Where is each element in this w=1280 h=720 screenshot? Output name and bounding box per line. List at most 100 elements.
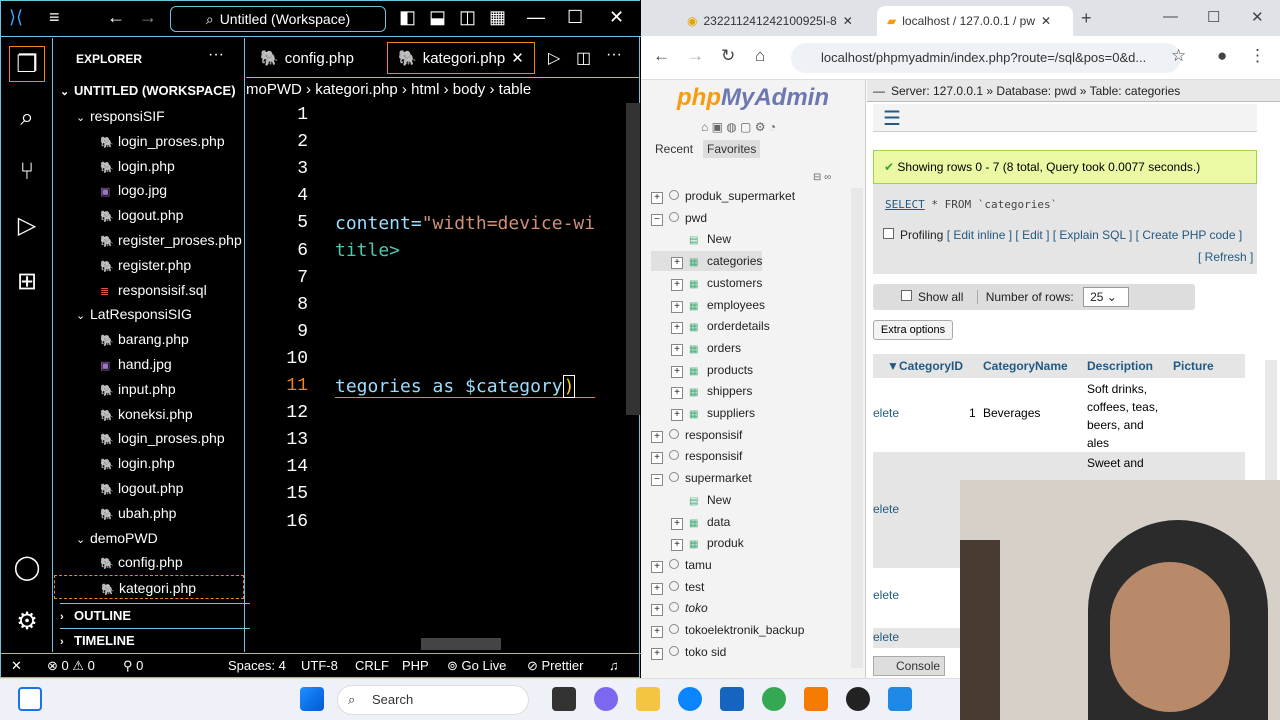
table-item[interactable]: + ▦ produk <box>651 533 744 553</box>
database-item[interactable]: + toko sid <box>651 642 726 662</box>
breadcrumb-item[interactable]: table <box>499 81 532 98</box>
teams-icon[interactable] <box>594 687 618 711</box>
timeline-section[interactable]: › TIMELINE <box>60 628 250 652</box>
database-item[interactable]: + responsisif <box>651 446 742 466</box>
phpmyadmin-logo[interactable]: phpMyAdmin <box>677 84 829 112</box>
delete-link[interactable]: elete <box>873 502 899 516</box>
close-icon[interactable]: ✕ <box>1251 8 1264 26</box>
go-live-button[interactable]: ⊚ Go Live <box>447 658 506 674</box>
expand-icon[interactable]: + <box>671 387 683 400</box>
file-item[interactable]: 🐘 login.php <box>54 154 244 178</box>
minimize-icon[interactable]: — <box>527 7 545 28</box>
new-item[interactable]: ▤ New <box>651 490 731 510</box>
table-item[interactable]: + ▦ employees <box>651 295 765 315</box>
file-item[interactable]: 🐘 ubah.php <box>54 501 244 525</box>
close-tab-icon[interactable]: ✕ <box>843 14 853 28</box>
close-icon[interactable]: ✕ <box>609 7 624 28</box>
tab-config-php[interactable]: 🐘 config.php <box>250 42 364 74</box>
file-item[interactable]: 🐘 input.php <box>54 377 244 401</box>
show-all-checkbox[interactable] <box>901 290 912 301</box>
vscode-taskbar-icon[interactable] <box>888 687 912 711</box>
app-icon[interactable] <box>846 687 870 711</box>
close-tab-icon[interactable]: ✕ <box>1041 14 1051 28</box>
table-item[interactable]: + ▦ categories <box>651 251 763 272</box>
folder-item[interactable]: ⌄ LatResponsiSIG <box>54 302 244 326</box>
workspace-root[interactable]: ⌄ UNTITLED (WORKSPACE) <box>60 79 250 103</box>
forward-arrow-icon[interactable]: → <box>687 46 704 66</box>
table-item[interactable]: + ▦ shippers <box>651 381 752 401</box>
problems-status[interactable]: ⊗ 0 ⚠ 0 <box>47 658 95 674</box>
expand-icon[interactable]: + <box>671 365 683 378</box>
minimize-icon[interactable]: — <box>1163 8 1178 25</box>
file-item[interactable]: 🐘 barang.php <box>54 327 244 351</box>
language-status[interactable]: PHP <box>402 658 429 673</box>
expand-icon[interactable]: + <box>651 604 663 617</box>
nav-icons-row[interactable]: ⌂ ▣ ◍ ▢ ⚙ ◔ <box>701 120 776 134</box>
split-editor-icon[interactable]: ◫ <box>576 48 591 68</box>
col-categoryname[interactable]: CategoryName <box>983 354 1068 378</box>
expand-icon[interactable]: + <box>671 322 683 335</box>
refresh-link[interactable]: [ Refresh ] <box>1198 250 1253 264</box>
hamburger-menu-icon[interactable]: ☰ <box>883 106 901 131</box>
scrollbar[interactable] <box>626 103 640 415</box>
database-item[interactable]: + produk_supermarket <box>651 186 795 206</box>
reload-icon[interactable]: ↻ <box>721 46 735 66</box>
database-item[interactable]: + toko <box>651 598 708 618</box>
prettier-status[interactable]: ⊘ Prettier <box>527 658 583 674</box>
new-item[interactable]: ▤ New <box>651 229 731 249</box>
menu-icon[interactable]: ≡ <box>49 7 60 28</box>
file-item[interactable]: 🐘 register_proses.php <box>54 228 244 252</box>
toggle-secondary-sidebar-icon[interactable]: ◫ <box>459 7 476 28</box>
notifications-icon[interactable]: ♫ <box>609 658 619 673</box>
expand-icon[interactable]: + <box>671 539 683 552</box>
expand-icon[interactable]: + <box>651 626 663 638</box>
source-control-icon[interactable]: ⑂ <box>9 154 45 190</box>
expand-icon[interactable]: + <box>671 343 683 356</box>
sort-arrow-icon[interactable]: ▼ <box>887 354 899 378</box>
table-item[interactable]: + ▦ customers <box>651 273 762 293</box>
expand-icon[interactable]: + <box>651 452 663 465</box>
recent-tab[interactable]: Recent <box>651 140 697 158</box>
maximize-icon[interactable]: ☐ <box>567 7 583 28</box>
table-item[interactable]: + ▦ suppliers <box>651 403 755 423</box>
table-item[interactable]: + ▦ orderdetails <box>651 316 770 336</box>
tab-kategori-php[interactable]: 🐘 kategori.php ✕ <box>387 42 535 74</box>
file-item[interactable]: 🐘 login_proses.php <box>54 426 244 450</box>
expand-icon[interactable]: + <box>671 517 683 530</box>
favorites-tab[interactable]: Favorites <box>703 140 761 158</box>
collapse-icon[interactable]: − <box>651 213 663 226</box>
toggle-panel-icon[interactable]: ⬓ <box>429 7 446 28</box>
file-item[interactable]: 🐘 login_proses.php <box>54 129 244 153</box>
col-categoryid[interactable]: CategoryID <box>899 354 963 378</box>
browser-tab-2[interactable]: ▰ localhost / 127.0.0.1 / pw ✕ <box>877 6 1073 36</box>
breadcrumb-item[interactable]: kategori.php <box>315 81 398 98</box>
file-explorer-icon[interactable] <box>636 687 660 711</box>
close-tab-icon[interactable]: ✕ <box>511 49 524 67</box>
query-links[interactable]: [ Edit inline ] [ Edit ] [ Explain SQL ]… <box>947 228 1242 242</box>
expand-icon[interactable]: + <box>651 430 663 443</box>
file-item[interactable]: 🐘 login.php <box>54 451 244 475</box>
file-item[interactable]: ≣ responsisif.sql <box>54 278 244 302</box>
back-arrow-icon[interactable]: ← <box>653 46 670 66</box>
extra-options-button[interactable]: Extra options <box>873 320 953 340</box>
database-item[interactable]: + tamu <box>651 555 712 575</box>
account-icon[interactable]: ◯ <box>9 550 45 586</box>
run-debug-icon[interactable]: ▷ <box>9 208 45 244</box>
start-icon[interactable] <box>300 687 324 711</box>
eol-status[interactable]: CRLF <box>355 658 389 673</box>
collapse-icon[interactable]: — <box>867 84 891 98</box>
file-item[interactable]: 🐘 register.php <box>54 253 244 277</box>
profile-avatar[interactable]: ● <box>1217 46 1227 66</box>
breadcrumb-item[interactable]: moPWD <box>246 81 302 98</box>
mail-icon[interactable] <box>720 687 744 711</box>
expand-icon[interactable]: + <box>671 300 683 313</box>
file-item[interactable]: ▣ logo.jpg <box>54 178 244 202</box>
explorer-icon[interactable]: ❐ <box>9 46 45 82</box>
console-button[interactable]: Console <box>873 656 945 676</box>
folder-item[interactable]: ⌄ responsiSIF <box>54 104 244 128</box>
collapse-link-icon[interactable]: ⊟ ∞ <box>813 172 831 183</box>
search-icon[interactable]: ⌕ <box>9 100 45 136</box>
app-icon[interactable] <box>552 687 576 711</box>
task-view-icon[interactable] <box>18 687 42 711</box>
browser-menu-icon[interactable]: ⋮ <box>1249 46 1266 66</box>
